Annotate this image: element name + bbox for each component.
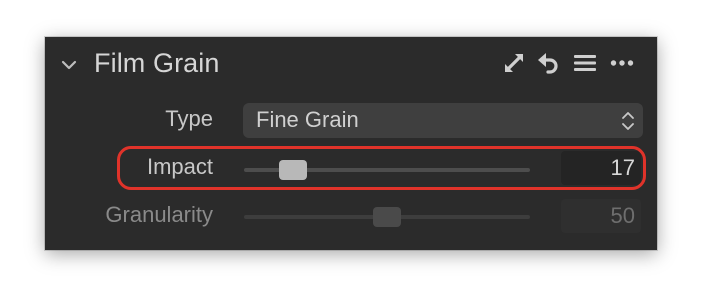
- up-down-chevron-icon: [622, 112, 634, 130]
- menu-icon[interactable]: [573, 51, 597, 75]
- granularity-value-field: 50: [561, 199, 641, 233]
- reset-icon[interactable]: [536, 51, 560, 75]
- type-select-value: Fine Grain: [256, 107, 359, 132]
- granularity-slider-handle: [373, 207, 401, 227]
- impact-slider-handle[interactable]: [278, 160, 307, 180]
- expand-icon[interactable]: [502, 51, 526, 75]
- more-icon[interactable]: [610, 51, 634, 75]
- panel-title: Film Grain: [94, 48, 220, 78]
- film-grain-panel: Film Grain Type Fine Grain Impact 17 Gra…: [45, 37, 657, 250]
- panel-header: Film Grain: [45, 37, 657, 95]
- granularity-label: Granularity: [105, 202, 213, 227]
- type-label: Type: [165, 106, 213, 131]
- granularity-value: 50: [610, 203, 635, 228]
- type-select[interactable]: Fine Grain: [243, 103, 643, 138]
- impact-value: 17: [610, 155, 635, 180]
- impact-label: Impact: [146, 154, 213, 179]
- chevron-down-icon[interactable]: [59, 55, 79, 75]
- impact-value-field[interactable]: 17: [561, 151, 641, 185]
